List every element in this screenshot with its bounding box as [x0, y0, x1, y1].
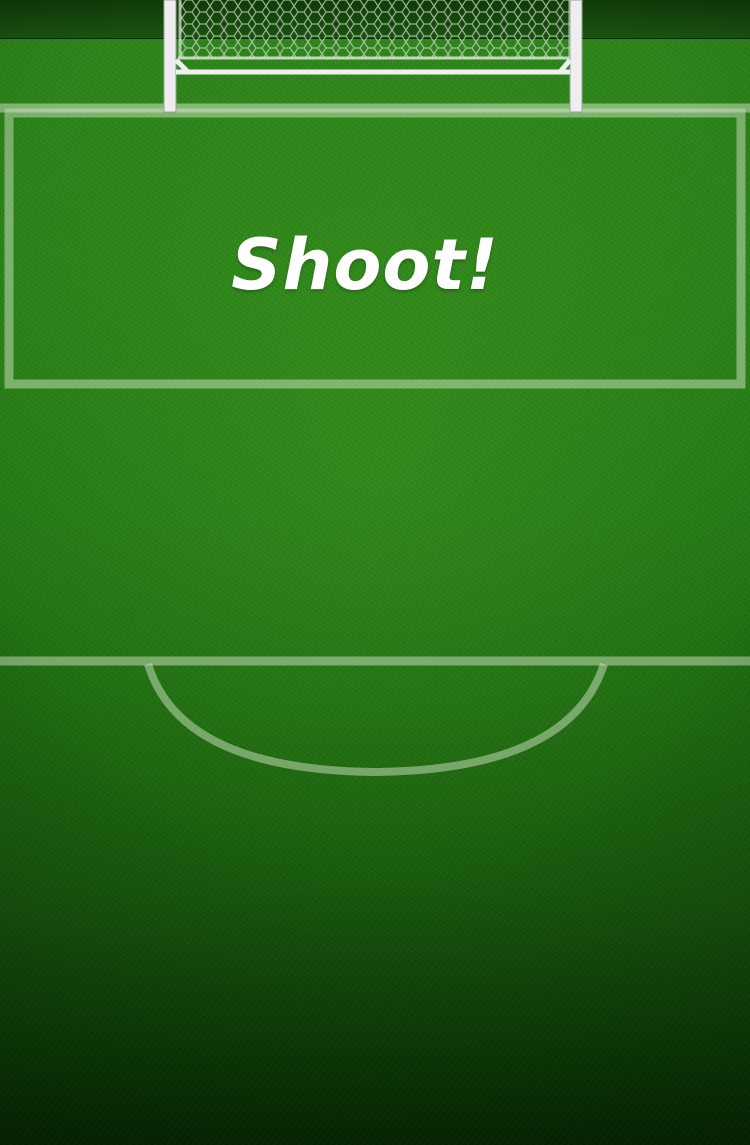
goal-post-left	[163, 0, 177, 113]
soccer-field[interactable]: Shoot!	[0, 0, 750, 1145]
goal-post-right	[569, 0, 583, 113]
pitch-markings	[0, 103, 750, 777]
center-arc	[144, 662, 608, 777]
shoot-prompt[interactable]: Shoot!	[0, 222, 730, 308]
goal-net	[180, 0, 570, 58]
goal-net-icon	[163, 0, 583, 113]
